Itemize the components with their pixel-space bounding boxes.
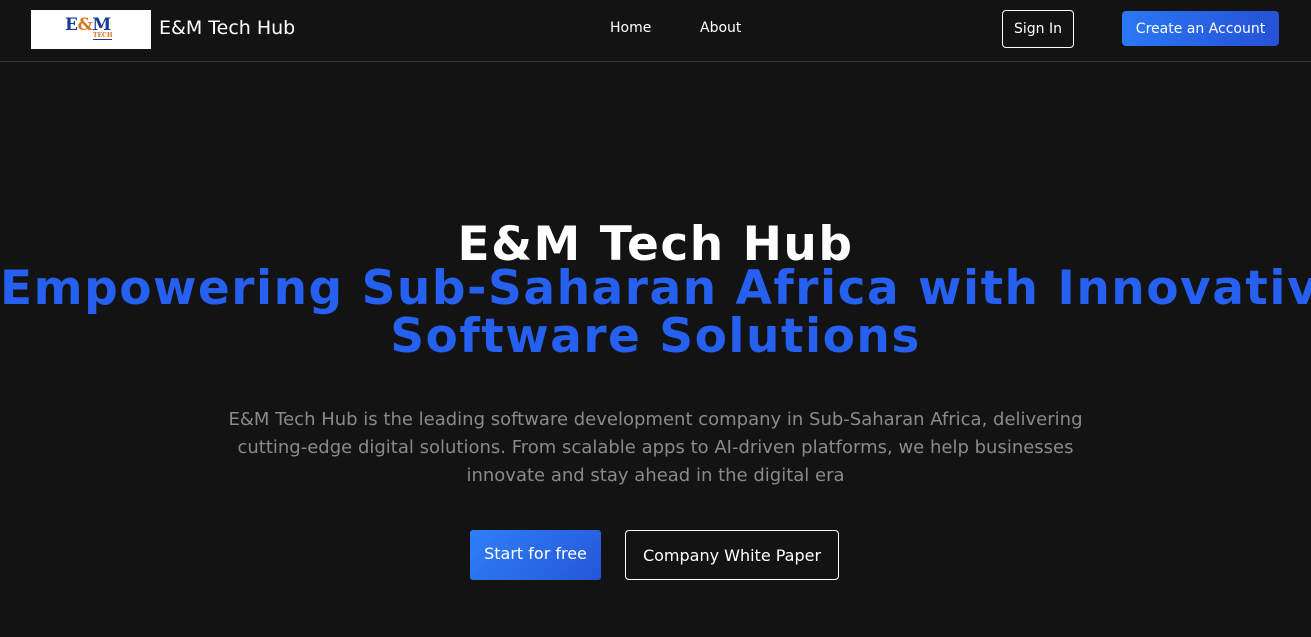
nav-link-about[interactable]: About xyxy=(700,20,741,36)
sign-in-button[interactable]: Sign In xyxy=(1002,10,1074,48)
hero-tagline: Empowering Sub-Saharan Africa with Innov… xyxy=(0,265,1311,361)
hero-description: E&M Tech Hub is the leading software dev… xyxy=(220,406,1091,490)
brand-name[interactable]: E&M Tech Hub xyxy=(159,17,295,39)
nav-link-home[interactable]: Home xyxy=(610,20,651,36)
hero-tagline-line: Software Solutions xyxy=(390,309,921,364)
hero-description-line: innovate and stay ahead in the digital e… xyxy=(466,465,845,486)
hero-description-line: cutting-edge digital solutions. From sca… xyxy=(237,437,1074,458)
logo-subtext: TECH xyxy=(93,32,113,40)
company-logo[interactable]: E&M TECH xyxy=(31,10,151,49)
create-account-button[interactable]: Create an Account xyxy=(1122,11,1279,46)
hero-description-line: E&M Tech Hub is the leading software dev… xyxy=(228,409,1083,430)
start-for-free-button[interactable]: Start for free xyxy=(470,530,601,580)
company-white-paper-button[interactable]: Company White Paper xyxy=(625,530,839,580)
top-navbar: E&M TECH E&M Tech Hub Home About Sign In… xyxy=(0,0,1311,62)
hero-tagline-line: Empowering Sub-Saharan Africa with Innov… xyxy=(0,261,1311,316)
